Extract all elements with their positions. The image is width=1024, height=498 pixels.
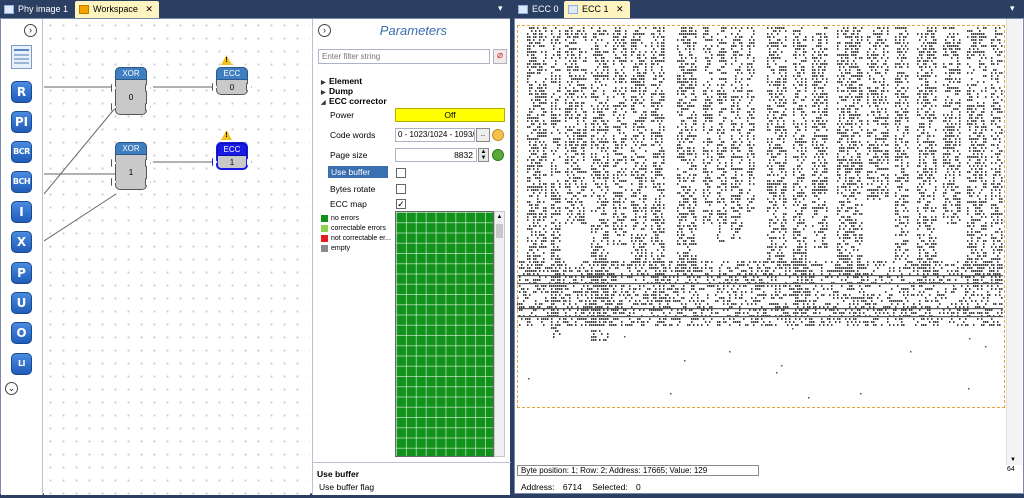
row-use-buffer: Use buffer (313, 166, 511, 181)
bitmap-dump-view[interactable] (517, 25, 1005, 457)
close-icon[interactable]: ✕ (145, 4, 153, 14)
close-icon[interactable]: ✕ (616, 4, 624, 14)
xor-block-0[interactable]: XOR 0 (111, 67, 151, 115)
collapse-toolbox-icon[interactable]: › (24, 24, 37, 37)
tool-o[interactable]: O (11, 322, 32, 344)
tab-phy-image-1[interactable]: Phy image 1 (0, 1, 74, 18)
address-value: 6714 (562, 482, 582, 492)
ecc-map-scrollbar[interactable]: ▲ (494, 211, 505, 457)
vertical-scrollbar[interactable]: ▼ (1006, 19, 1022, 465)
document-icon (568, 5, 578, 14)
xor-block-1[interactable]: XOR 1 (111, 142, 151, 190)
collapse-icon: ◢ (321, 100, 326, 106)
page-size-stepper[interactable]: ▲ ▼ (478, 148, 489, 162)
ecc-block-1-selected[interactable]: ECC 1 (212, 142, 252, 170)
tool-li[interactable]: LI (11, 353, 32, 375)
filter-input[interactable]: Enter filter string (318, 49, 490, 64)
tab-ecc-0[interactable]: ECC 0 (514, 1, 565, 18)
ecc-map-legend: no errors correctable errors not correct… (321, 214, 393, 254)
expand-icon: ▶ (321, 80, 326, 86)
tool-r[interactable]: R (11, 81, 32, 103)
legend-item: empty (321, 244, 393, 254)
help-title: Use buffer (317, 469, 360, 479)
row-page-size: Page size 8832 ▲ ▼ (313, 148, 511, 163)
row-code-words: Code words 0 - 1023/1024 - 1093/ .. (313, 128, 511, 143)
tool-i[interactable]: I (11, 201, 32, 223)
selected-value: 0 (636, 482, 641, 492)
document-icon (4, 5, 14, 14)
tool-u[interactable]: U (11, 292, 32, 314)
byte-position-status: Byte position: 1; Row: 2; Address: 17665… (517, 465, 759, 476)
clear-filter-icon[interactable]: ⌀ (493, 49, 507, 64)
workspace-icon (79, 5, 89, 14)
row-bytes-rotate: Bytes rotate (313, 182, 511, 197)
table-icon[interactable] (11, 45, 32, 69)
workspace-pane: › R PI BCR BCH I X P U O LI ⌄ XOR 0 ! EC… (0, 18, 511, 495)
group-element[interactable]: ▶ Element (321, 76, 362, 86)
right-tab-bar: ECC 0 ECC 1 ✕ ▾ (514, 0, 1024, 18)
ecc-map-grid[interactable] (395, 211, 494, 457)
left-tab-bar: Phy image 1 Workspace ✕ ▾ (0, 0, 512, 18)
group-dump[interactable]: ▶ Dump (321, 86, 353, 96)
tool-bcr[interactable]: BCR (11, 141, 32, 163)
help-box: Use buffer Use buffer flag (313, 462, 511, 495)
help-text: Use buffer flag (319, 482, 375, 492)
tool-x[interactable]: X (11, 231, 32, 253)
dropdown-icon[interactable]: ▾ (1010, 3, 1015, 14)
address-bar: Address: 6714 Selected: 0 (521, 482, 641, 492)
group-ecc-corrector[interactable]: ◢ ECC corrector (321, 96, 387, 106)
tool-bch[interactable]: BCH (11, 171, 32, 193)
expand-toolbox-icon[interactable]: ⌄ (5, 382, 18, 395)
code-words-browse-button[interactable]: .. (476, 128, 490, 142)
ecc-view-pane: ▼ Byte position: 1; Row: 2; Address: 176… (514, 18, 1024, 494)
document-icon (518, 5, 528, 14)
dropdown-icon[interactable]: ▾ (498, 3, 503, 14)
ecc-map-checkbox[interactable]: ✓ (396, 199, 406, 209)
toolbox: › R PI BCR BCH I X P U O LI ⌄ (1, 19, 43, 495)
tab-workspace[interactable]: Workspace ✕ (75, 1, 159, 18)
bitmap-canvas (517, 27, 1003, 399)
row-power: Power Off (313, 108, 511, 123)
parameters-title: Parameters (379, 23, 447, 38)
scroll-down-icon[interactable]: ▼ (1010, 457, 1016, 463)
apply-icon[interactable] (492, 149, 504, 161)
tool-p[interactable]: P (11, 262, 32, 284)
parameters-panel: › Parameters Enter filter string ⌀ ▶ Elem… (312, 19, 511, 495)
page-size-input[interactable]: 8832 (395, 148, 477, 162)
legend-item: correctable errors (321, 224, 393, 234)
ecc-block-0[interactable]: ECC 0 (212, 67, 252, 95)
use-buffer-checkbox[interactable] (396, 168, 406, 178)
code-words-field[interactable]: 0 - 1023/1024 - 1093/ (395, 128, 475, 142)
power-toggle[interactable]: Off (395, 108, 505, 122)
legend-item: no errors (321, 214, 393, 224)
tab-ecc-1[interactable]: ECC 1 ✕ (564, 1, 630, 18)
legend-item: not correctable er... (321, 234, 393, 244)
tool-pi[interactable]: PI (11, 111, 32, 133)
bytes-rotate-checkbox[interactable] (396, 184, 406, 194)
expand-icon: ▶ (321, 90, 326, 96)
row-ecc-map: ECC map ✓ (330, 199, 406, 209)
zoom-level: 64 (1007, 466, 1015, 473)
edit-icon[interactable] (492, 129, 504, 141)
connection-wires (44, 86, 216, 242)
workspace-canvas[interactable]: XOR 0 ! ECC 0 XOR 1 ! ECC 1 (44, 19, 310, 495)
